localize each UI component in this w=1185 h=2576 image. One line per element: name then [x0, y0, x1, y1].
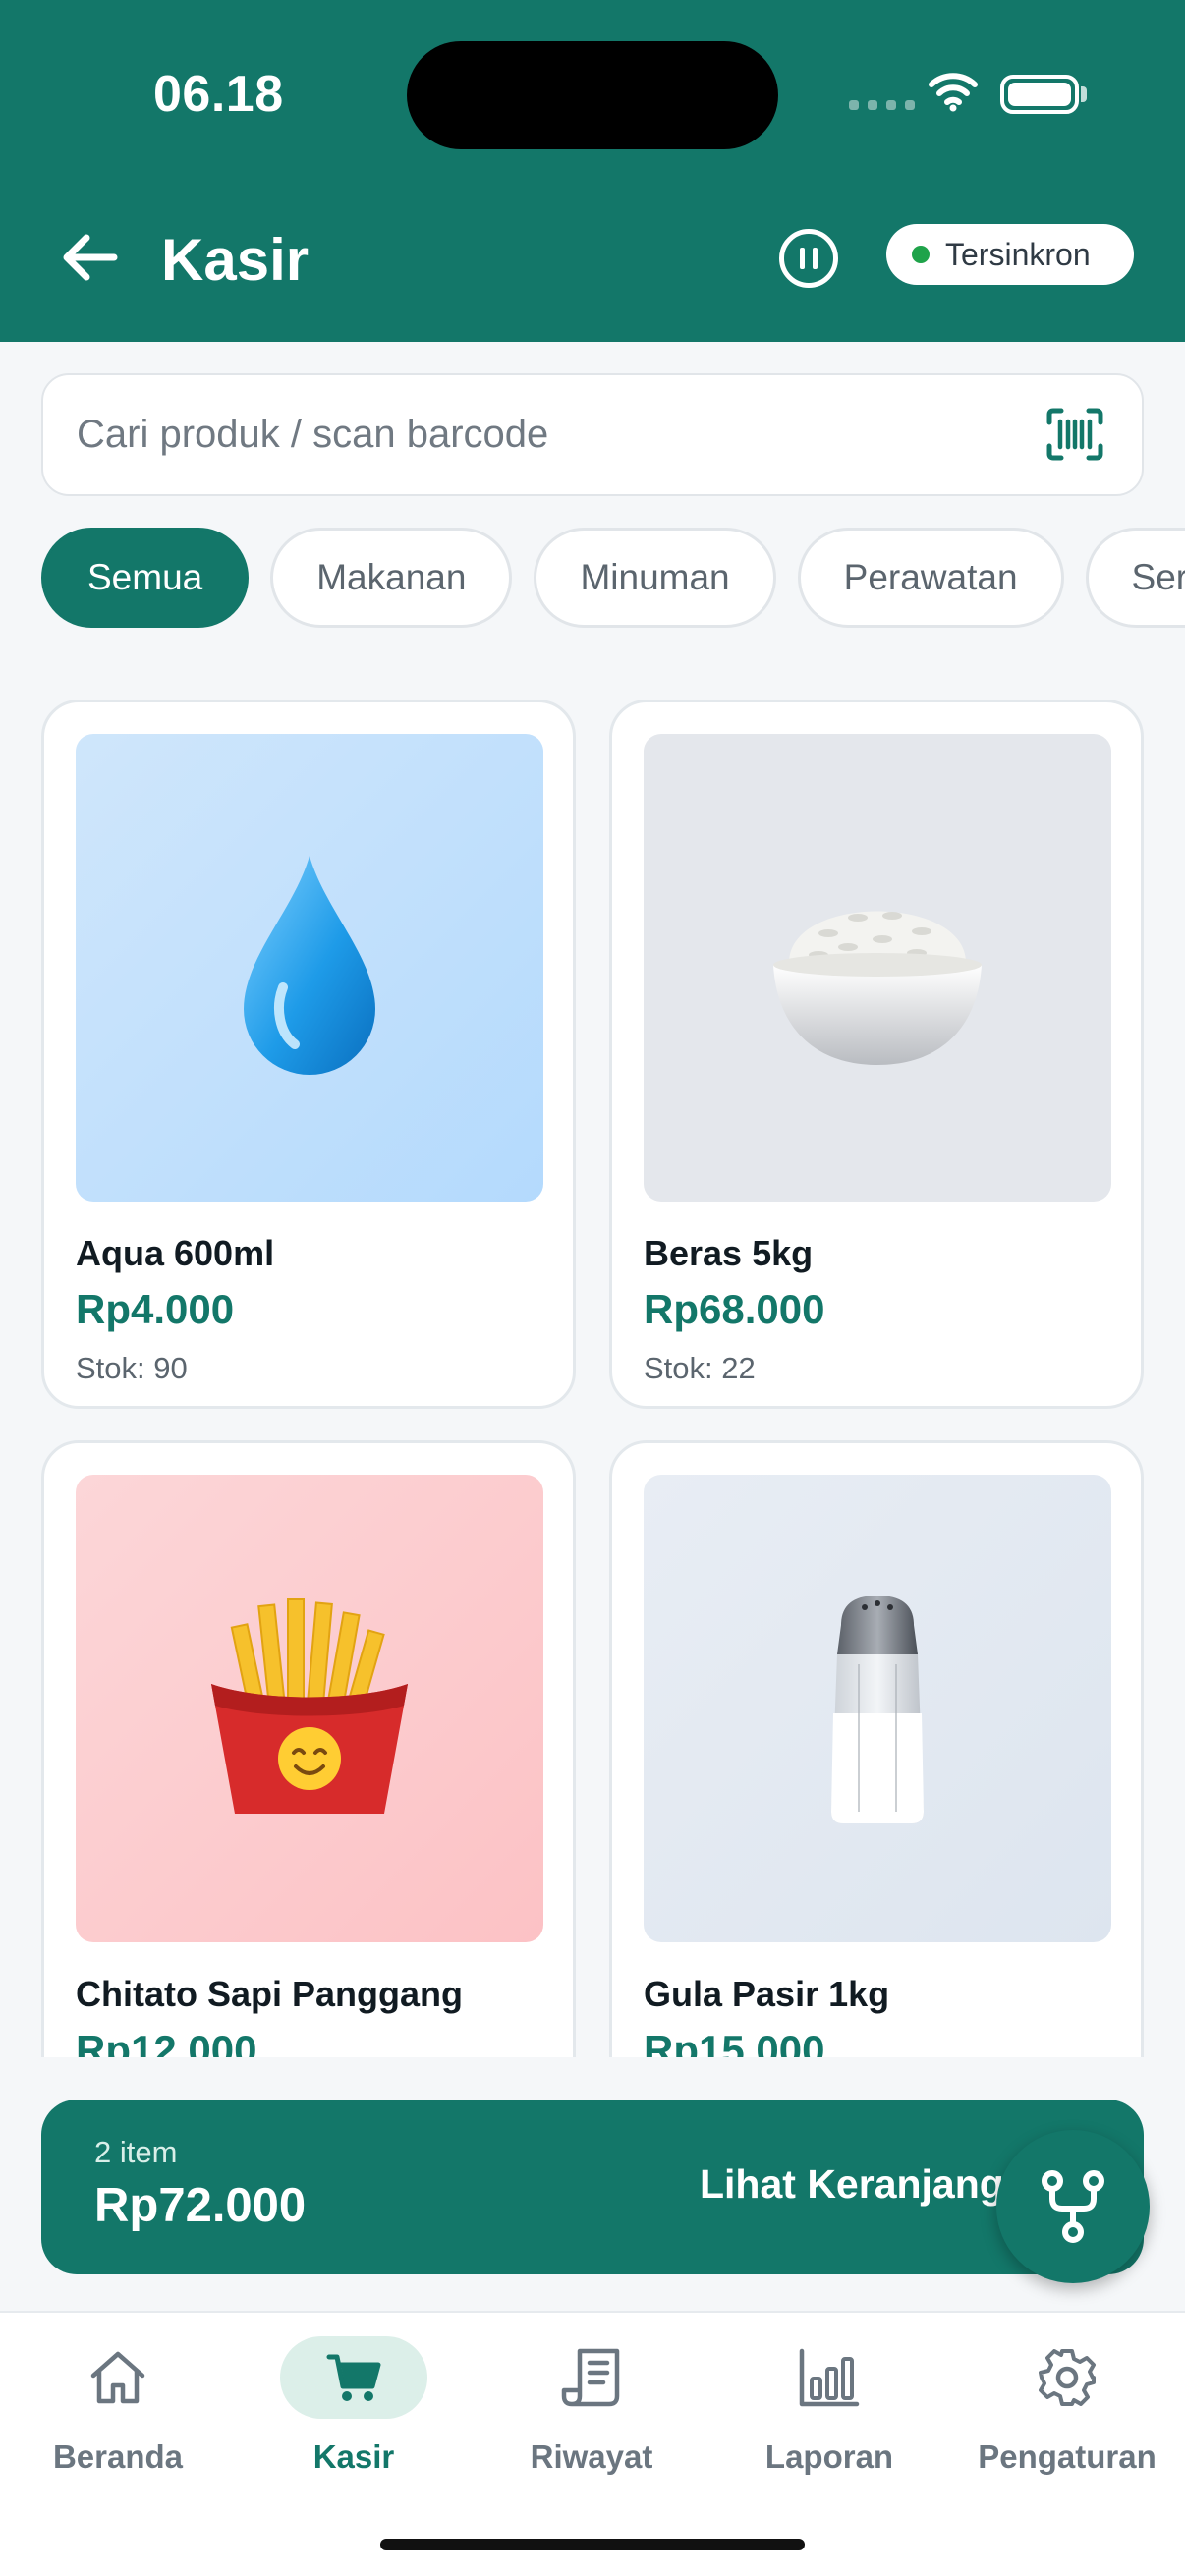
product-card[interactable]: Chitato Sapi Panggang Rp12.000	[41, 1440, 576, 2057]
sync-status-label: Tersinkron	[945, 236, 1091, 272]
category-chip-semua[interactable]: Semua	[41, 528, 250, 628]
cart-total: Rp72.000	[94, 2179, 307, 2232]
cellular-signal-icon	[849, 100, 915, 110]
nav-label: Kasir	[312, 2438, 395, 2475]
view-cart-button[interactable]: Lihat Keranjang	[700, 2161, 1004, 2208]
search-input[interactable]	[43, 375, 1006, 494]
product-price: Rp12.000	[76, 2027, 257, 2057]
category-chip-makanan[interactable]: Makanan	[270, 528, 513, 628]
product-card[interactable]: Gula Pasir 1kg Rp15.000	[609, 1440, 1144, 2057]
salt-shaker-icon	[831, 1596, 924, 1823]
nav-item-laporan[interactable]: Laporan	[711, 2336, 947, 2484]
page-title: Kasir	[161, 227, 310, 293]
product-stock: Stok: 90	[76, 1351, 188, 1385]
floating-action-button[interactable]	[996, 2130, 1150, 2283]
product-image	[644, 1475, 1111, 1942]
scan-barcode-button[interactable]	[1045, 407, 1104, 462]
product-name: Gula Pasir 1kg	[644, 1974, 890, 2014]
product-name: Chitato Sapi Panggang	[76, 1974, 464, 2014]
product-image	[644, 734, 1111, 1202]
receipt-icon	[561, 2348, 620, 2407]
product-price: Rp4.000	[76, 1286, 235, 1332]
product-card[interactable]: Beras 5kg Rp68.000 Stok: 22	[609, 700, 1144, 1409]
fries-icon	[211, 1598, 408, 1814]
pause-icon	[800, 248, 805, 269]
rice-bowl-icon	[773, 911, 982, 1065]
sync-status-dot	[912, 246, 930, 263]
bottom-navigation: Beranda Kasir Riwayat Laporan Pengaturan	[0, 2311, 1185, 2576]
gear-icon	[1039, 2349, 1096, 2406]
app-header: 06.18 Kasir Tersinkron	[0, 0, 1185, 342]
category-chip-ser[interactable]: Ser	[1085, 528, 1185, 628]
category-filter: Semua Makanan Minuman Perawatan Ser	[41, 528, 1185, 628]
home-indicator	[380, 2539, 805, 2550]
dynamic-island	[407, 41, 778, 149]
category-chip-perawatan[interactable]: Perawatan	[797, 528, 1064, 628]
pause-button[interactable]	[779, 229, 838, 288]
product-price: Rp68.000	[644, 1286, 825, 1332]
cart-summary-bar[interactable]: 2 item Rp72.000 Lihat Keranjang	[41, 2100, 1144, 2274]
nav-label: Riwayat	[530, 2438, 653, 2475]
nav-label: Pengaturan	[978, 2438, 1157, 2475]
nav-label: Laporan	[764, 2438, 894, 2475]
product-image	[76, 734, 543, 1202]
bar-chart-icon	[799, 2348, 860, 2407]
product-name: Aqua 600ml	[76, 1233, 275, 1273]
nav-label: Beranda	[52, 2438, 184, 2475]
battery-icon	[1000, 75, 1079, 114]
search-bar	[41, 373, 1144, 496]
back-button[interactable]	[55, 222, 126, 293]
barcode-scan-icon	[1046, 408, 1103, 461]
wifi-icon	[929, 73, 978, 112]
nav-item-riwayat[interactable]: Riwayat	[474, 2336, 709, 2484]
home-icon	[90, 2351, 145, 2404]
product-name: Beras 5kg	[644, 1233, 814, 1273]
product-grid: Aqua 600ml Rp4.000 Stok: 90 Beras 5kg Rp…	[0, 688, 1185, 2057]
cart-item-count: 2 item	[94, 2135, 178, 2169]
sync-status-badge: Tersinkron	[886, 224, 1134, 285]
product-image	[76, 1475, 543, 1942]
nav-item-kasir[interactable]: Kasir	[236, 2336, 472, 2484]
fork-icon	[1042, 2170, 1104, 2243]
status-bar-time: 06.18	[153, 66, 284, 123]
cart-icon	[326, 2354, 381, 2401]
nav-item-beranda[interactable]: Beranda	[0, 2336, 236, 2484]
product-stock: Stok: 22	[644, 1351, 756, 1385]
nav-item-pengaturan[interactable]: Pengaturan	[949, 2336, 1185, 2484]
battery-cap	[1081, 86, 1087, 102]
product-price: Rp15.000	[644, 2027, 825, 2057]
product-card[interactable]: Aqua 600ml Rp4.000 Stok: 90	[41, 700, 576, 1409]
category-chip-minuman[interactable]: Minuman	[534, 528, 776, 628]
arrow-left-icon	[63, 234, 118, 281]
water-drop-icon	[244, 856, 375, 1075]
